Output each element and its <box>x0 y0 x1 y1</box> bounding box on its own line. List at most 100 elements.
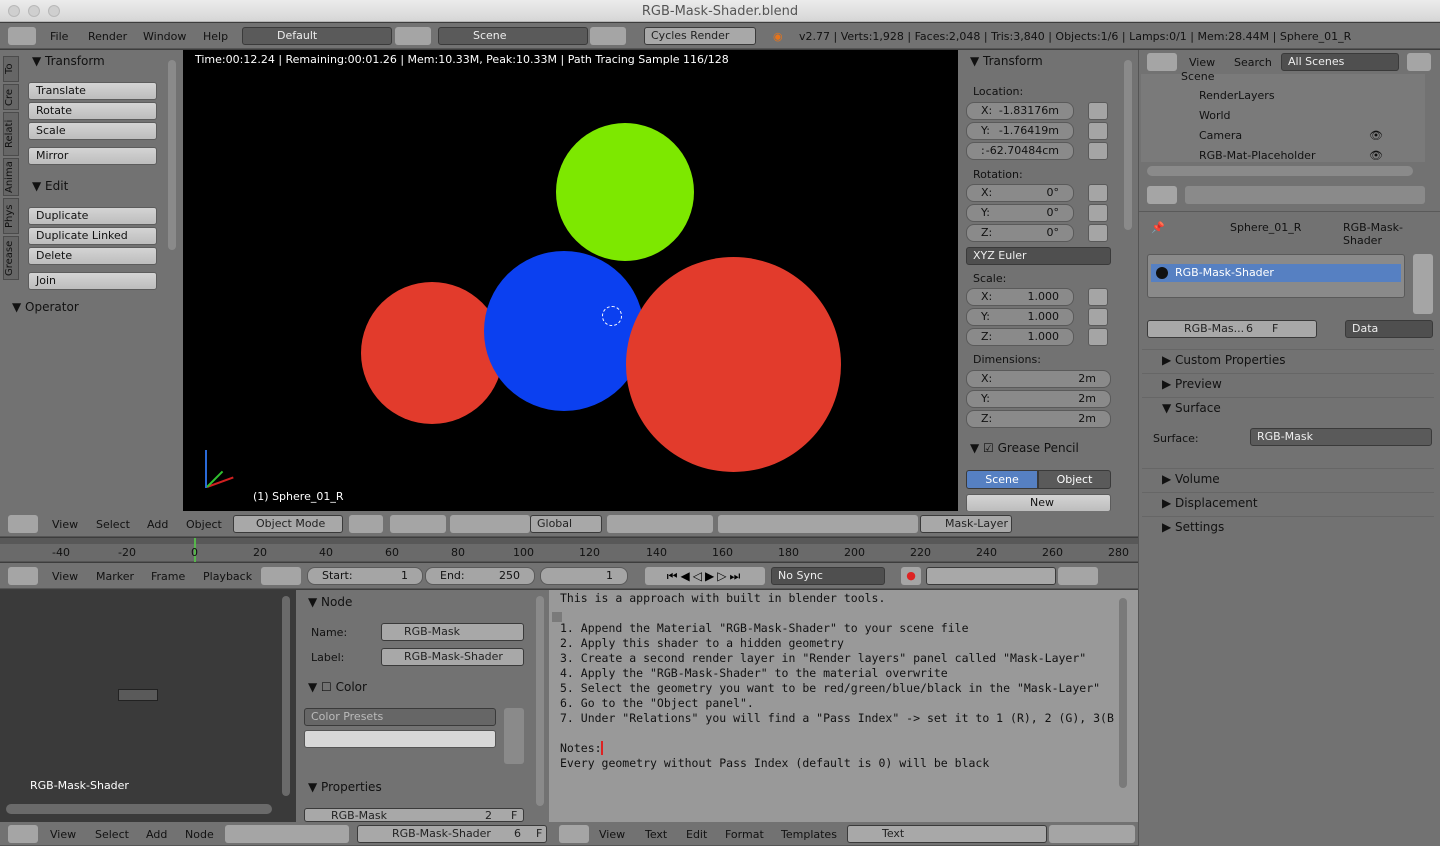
section-preview[interactable]: ▶ Preview <box>1142 373 1434 393</box>
node-panel-title[interactable]: ▼ Node <box>308 595 352 609</box>
tab-animation[interactable]: Anima <box>3 158 19 196</box>
mirror-button[interactable]: Mirror <box>28 147 157 165</box>
node-name-input[interactable]: RGB-Mask <box>381 623 524 641</box>
scene-add-remove-buttons[interactable] <box>590 27 626 45</box>
preset-add-remove-icons[interactable] <box>504 708 524 764</box>
timeline-menu-playback[interactable]: Playback <box>203 570 252 583</box>
record-icon[interactable]: ● <box>901 567 921 585</box>
section-surface[interactable]: ▼ Surface <box>1142 397 1434 417</box>
viewport-shading-icon[interactable] <box>349 515 383 533</box>
transform-orientation-select[interactable]: Global <box>530 515 602 533</box>
interaction-mode-select[interactable]: Object Mode <box>233 515 343 533</box>
lock-scale-z-icon[interactable] <box>1088 328 1108 346</box>
text-menu-edit[interactable]: Edit <box>686 828 707 841</box>
outliner-item-placeholder[interactable]: RGB-Mat-Placeholder <box>1199 149 1315 162</box>
render-engine-select[interactable]: Cycles Render <box>644 27 756 45</box>
node-menu-node[interactable]: Node <box>185 828 214 841</box>
render-layer-select[interactable]: Mask-Layer <box>920 515 1012 533</box>
snapping-render-icons[interactable] <box>718 515 918 533</box>
screen-layout-select[interactable]: Default <box>242 27 392 45</box>
layer-buttons[interactable] <box>607 515 713 533</box>
menu-file[interactable]: File <box>50 30 68 43</box>
text-datablock-select[interactable]: Text <box>847 825 1047 843</box>
lock-rotation-x-icon[interactable] <box>1088 184 1108 202</box>
tab-create[interactable]: Cre <box>3 84 19 110</box>
lock-location-y-icon[interactable] <box>1088 122 1108 140</box>
node-tree-datablock[interactable]: RGB-Mask-Shader 6 F <box>357 825 547 843</box>
dimensions-y-field[interactable]: Y: 2m <box>966 390 1111 408</box>
grease-pencil-panel-title[interactable]: ▼ ☑ Grease Pencil <box>970 441 1079 455</box>
color-panel-title[interactable]: ▼ ☐ Color <box>308 680 367 694</box>
scale-y-field[interactable]: Y: 1.000 <box>966 308 1074 326</box>
preview-range-icon[interactable] <box>261 567 301 585</box>
manipulator-icons[interactable] <box>450 515 530 533</box>
properties-context-icons[interactable] <box>1185 186 1425 204</box>
tab-relations[interactable]: Relati <box>3 112 19 156</box>
green-sphere[interactable] <box>556 123 694 261</box>
start-frame-field[interactable]: Start: 1 <box>307 567 423 585</box>
node-properties-fake-user[interactable]: F <box>511 809 517 821</box>
node-editor-canvas[interactable]: RGB-Mask-Shader <box>0 590 296 822</box>
color-presets-select[interactable]: Color Presets <box>304 708 496 726</box>
n-panel-scrollbar[interactable] <box>1124 60 1132 230</box>
tab-tools[interactable]: To <box>3 56 19 82</box>
search-icon[interactable] <box>1407 53 1431 71</box>
rotation-mode-select[interactable]: XYZ Euler <box>966 247 1111 265</box>
transform-panel-title[interactable]: ▼ Transform <box>32 54 105 68</box>
location-x-field[interactable]: X: -1.83176m <box>966 102 1074 120</box>
keyframe-insert-delete-icons[interactable] <box>1058 567 1098 585</box>
node-label-input[interactable]: RGB-Mask-Shader <box>381 648 524 666</box>
grease-new-button[interactable]: New <box>966 494 1111 512</box>
properties-panel-title[interactable]: ▼ Properties <box>308 780 382 794</box>
node-menu-select[interactable]: Select <box>95 828 129 841</box>
text-display-icons[interactable] <box>1049 825 1135 843</box>
translate-button[interactable]: Translate <box>28 82 157 100</box>
delete-button[interactable]: Delete <box>28 247 157 265</box>
pin-icon[interactable]: 📌 <box>1151 221 1165 234</box>
outliner-item-world[interactable]: World <box>1199 109 1231 122</box>
view3d-menu-object[interactable]: Object <box>186 518 222 531</box>
3d-cursor-icon[interactable] <box>602 306 622 326</box>
text-editor-scrollbar[interactable] <box>1119 598 1127 788</box>
breadcrumb-material[interactable]: RGB-Mask-Shader <box>1343 221 1440 247</box>
lock-rotation-z-icon[interactable] <box>1088 224 1108 242</box>
node-sidebar-scrollbar[interactable] <box>536 596 544 806</box>
timeline-menu-frame[interactable]: Frame <box>151 570 185 583</box>
keying-set-field[interactable] <box>926 567 1056 585</box>
red-sphere-large[interactable] <box>626 257 841 472</box>
node-menu-add[interactable]: Add <box>146 828 167 841</box>
outliner-menu-search[interactable]: Search <box>1234 56 1272 69</box>
edit-panel-title[interactable]: ▼ Edit <box>32 179 68 193</box>
eye-icon[interactable]: 👁 <box>1369 149 1383 162</box>
text-menu-templates[interactable]: Templates <box>781 828 837 841</box>
timeline-scrollbar[interactable] <box>0 538 1138 544</box>
location-z-field[interactable]: : -62.70484cm <box>966 142 1074 160</box>
surface-shader-select[interactable]: RGB-Mask <box>1250 428 1432 446</box>
rotation-y-field[interactable]: Y: 0° <box>966 204 1074 222</box>
editor-type-info-icon[interactable] <box>8 27 36 45</box>
node-properties-datablock[interactable]: RGB-Mask 2 F <box>304 808 524 822</box>
scene-select[interactable]: Scene <box>438 27 588 45</box>
lock-location-x-icon[interactable] <box>1088 102 1108 120</box>
node-menu-view[interactable]: View <box>50 828 76 841</box>
outliner-filter-select[interactable]: All Scenes <box>1281 53 1399 71</box>
breadcrumb-object[interactable]: Sphere_01_R <box>1230 221 1301 234</box>
text-menu-view[interactable]: View <box>599 828 625 841</box>
lock-rotation-y-icon[interactable] <box>1088 204 1108 222</box>
view3d-menu-add[interactable]: Add <box>147 518 168 531</box>
material-datablock[interactable]: RGB-Mas... 6 F <box>1147 320 1317 338</box>
editor-type-text-icon[interactable] <box>559 825 589 843</box>
blue-sphere[interactable] <box>484 251 644 411</box>
section-volume[interactable]: ▶ Volume <box>1142 468 1434 488</box>
eye-icon[interactable]: 👁 <box>1369 129 1383 142</box>
material-link-select[interactable]: Data <box>1345 320 1433 338</box>
rotate-button[interactable]: Rotate <box>28 102 157 120</box>
layout-add-remove-buttons[interactable] <box>395 27 431 45</box>
tab-physics[interactable]: Phys <box>3 198 19 234</box>
tab-grease-pencil[interactable]: Grease <box>3 236 19 280</box>
material-fake-user[interactable]: F <box>1272 321 1278 337</box>
join-button[interactable]: Join <box>28 272 157 290</box>
playback-controls[interactable]: ⏮◀◁▶▷⏭ <box>645 567 765 585</box>
section-custom-properties[interactable]: ▶ Custom Properties <box>1142 349 1434 369</box>
outliner-item-camera[interactable]: Camera <box>1199 129 1242 142</box>
